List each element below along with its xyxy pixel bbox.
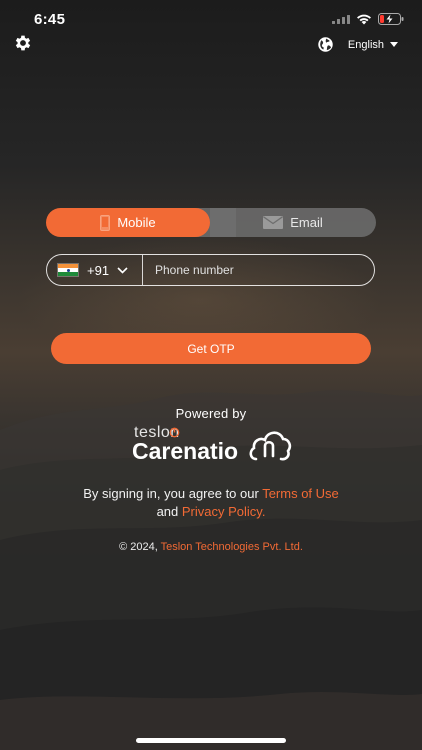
privacy-policy-link[interactable]: Privacy Policy. (182, 504, 266, 519)
cloud-icon (249, 431, 292, 461)
terms-middle: and (156, 504, 182, 519)
phone-icon (100, 214, 111, 231)
battery-charging-icon (378, 13, 404, 25)
terms-text: By signing in, you agree to our Terms of… (0, 485, 422, 521)
carenation-logo: teslon Carenatio (132, 422, 292, 464)
background-landscape (0, 390, 422, 750)
country-code-selector[interactable]: +91 (47, 255, 143, 285)
phone-field: +91 (46, 254, 375, 286)
terms-prefix: By signing in, you agree to our (83, 486, 263, 501)
cellular-signal-icon (332, 15, 350, 24)
power-icon (169, 427, 180, 438)
tab-mobile-label: Mobile (117, 215, 156, 230)
copyright: © 2024, Teslon Technologies Pvt. Ltd. (0, 541, 422, 553)
phone-number-input[interactable] (143, 255, 374, 285)
status-icons (332, 13, 404, 25)
powered-by-text: Powered by (175, 406, 247, 421)
india-flag-icon (57, 263, 79, 277)
globe-icon (318, 37, 333, 52)
company-link[interactable]: Teslon Technologies Pvt. Ltd. (161, 541, 303, 553)
home-indicator (136, 738, 286, 743)
brand-carenation: Carenatio (132, 438, 239, 464)
language-label: English (347, 38, 384, 51)
get-otp-button[interactable]: Get OTP (51, 333, 371, 364)
language-selector[interactable]: English (317, 36, 398, 53)
mail-icon (263, 216, 284, 229)
tab-email-label: Email (290, 215, 323, 230)
copyright-prefix: © 2024, (119, 541, 161, 553)
terms-of-use-link[interactable]: Terms of Use (262, 486, 339, 501)
status-time: 6:45 (34, 11, 66, 28)
login-method-tabs: Mobile Email (46, 208, 376, 237)
country-code: +91 (87, 262, 110, 278)
chevron-down-icon (117, 266, 128, 274)
gear-icon[interactable] (13, 33, 33, 53)
wifi-icon (357, 14, 371, 24)
tab-mobile[interactable]: Mobile (46, 208, 210, 237)
caret-down-icon (390, 42, 398, 47)
